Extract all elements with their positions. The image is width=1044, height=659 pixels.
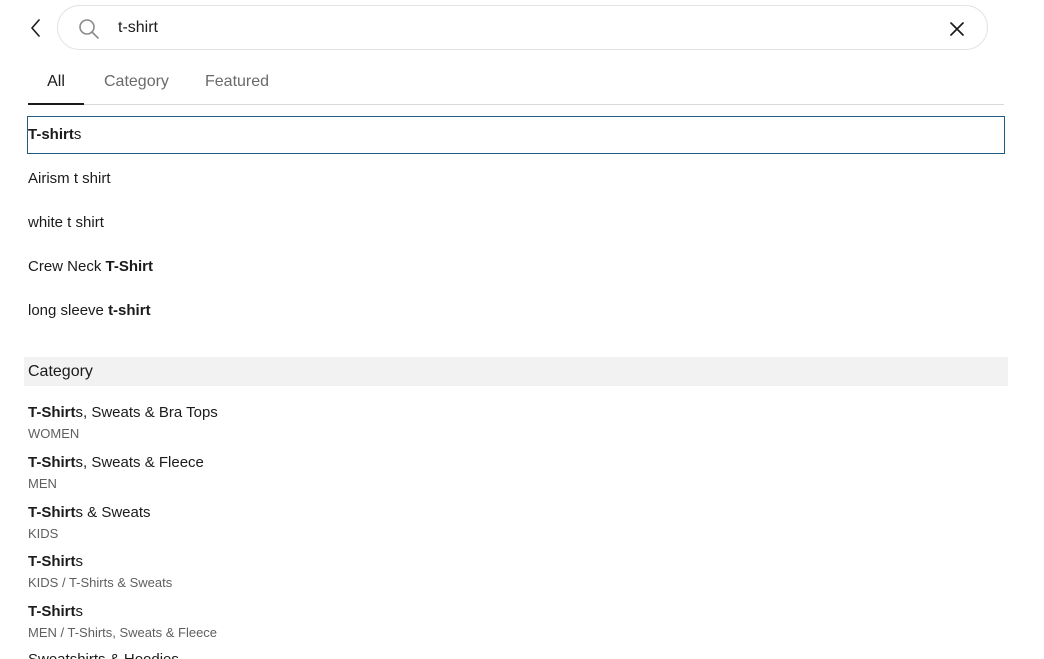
category-item[interactable]: Sweatshirts & Hoodies [28, 650, 1004, 659]
suggestion-match: T-shirt [28, 126, 74, 143]
suggestion-item[interactable]: long sleeve t-shirt [27, 292, 1005, 330]
category-item[interactable]: T-Shirts, Sweats & Bra Tops WOMEN [28, 403, 1004, 449]
search-input[interactable] [118, 17, 918, 39]
suggestion-match: T-Shirt [105, 258, 154, 275]
category-title-rest: s, Sweats & Fleece [75, 454, 204, 471]
category-title: T-Shirts & Sweats [28, 503, 1004, 523]
category-path: WOMEN [28, 426, 80, 441]
suggestion-item[interactable]: white t shirt [27, 204, 1005, 242]
category-title-rest: Sweatshirts & Hoodies [28, 651, 179, 659]
tab-all[interactable]: All [28, 59, 84, 105]
category-title: T-Shirts [28, 602, 1004, 622]
category-section-header: Category [24, 357, 1008, 386]
suggestion-text: Crew Neck [28, 258, 106, 275]
suggestion-item[interactable]: Crew Neck T-Shirt [27, 248, 1005, 286]
category-path: KIDS / T-Shirts & Sweats [28, 575, 173, 590]
tab-category[interactable]: Category [104, 59, 169, 104]
search-tabs: All Category Featured [28, 59, 1004, 105]
category-match: T-Shirt [28, 454, 76, 471]
suggestion-match: t-shirt [108, 302, 151, 319]
close-icon [950, 22, 964, 36]
chevron-left-icon [31, 19, 40, 37]
category-path: MEN / T-Shirts, Sweats & Fleece [28, 625, 218, 640]
category-item[interactable]: T-Shirts, Sweats & Fleece MEN [28, 453, 1004, 499]
clear-search-button[interactable] [945, 17, 969, 41]
category-path: KIDS [28, 526, 59, 541]
category-title: Sweatshirts & Hoodies [28, 650, 1004, 659]
search-icon [79, 19, 99, 39]
category-path: MEN [28, 476, 57, 491]
suggestion-item[interactable]: Airism t shirt [27, 160, 1005, 198]
category-title: T-Shirts, Sweats & Fleece [28, 453, 1004, 473]
suggestion-text: Airism t shirt [28, 170, 111, 187]
category-item[interactable]: T-Shirts MEN / T-Shirts, Sweats & Fleece [28, 602, 1004, 648]
suggestion-text: white t shirt [28, 214, 104, 231]
search-bar [57, 5, 988, 50]
suggestion-item[interactable]: T-shirts [27, 116, 1005, 154]
category-title-rest: s [75, 603, 84, 620]
category-item[interactable]: T-Shirts & Sweats KIDS [28, 503, 1004, 549]
category-match: T-Shirt [28, 504, 76, 521]
category-title-rest: s & Sweats [75, 504, 151, 521]
category-match: T-Shirt [28, 553, 76, 570]
category-title: T-Shirts, Sweats & Bra Tops [28, 403, 1004, 423]
suggestion-text: long sleeve [28, 302, 109, 319]
category-match: T-Shirt [28, 404, 76, 421]
back-button[interactable] [22, 14, 50, 42]
suggestion-text: s [73, 126, 82, 143]
tab-featured[interactable]: Featured [205, 59, 269, 104]
category-match: T-Shirt [28, 603, 76, 620]
category-item[interactable]: T-Shirts KIDS / T-Shirts & Sweats [28, 552, 1004, 598]
category-title-rest: s [75, 553, 84, 570]
category-title: T-Shirts [28, 552, 1004, 572]
category-title-rest: s, Sweats & Bra Tops [75, 404, 218, 421]
